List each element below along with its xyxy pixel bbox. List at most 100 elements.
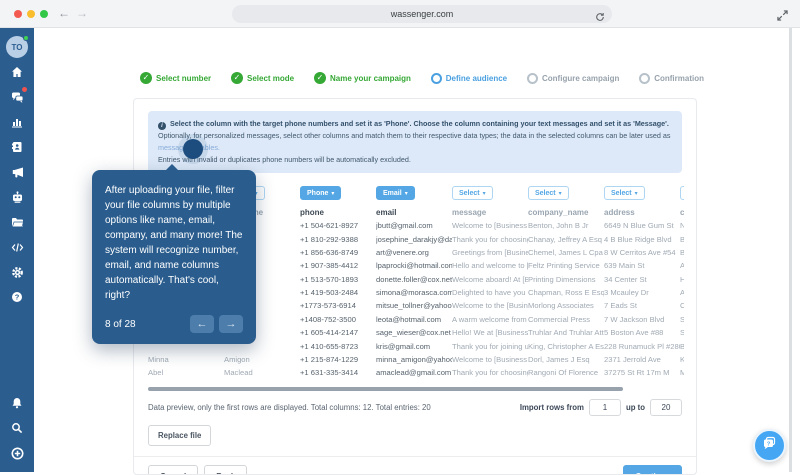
table-cell: jbutt@gmail.com [376,221,452,234]
step-name-your-campaign[interactable]: ✓Name your campaign [314,72,411,84]
window-minimize-button[interactable] [27,10,35,18]
chevron-down-icon: ▾ [331,190,334,197]
window-zoom-button[interactable] [40,10,48,18]
step-label: Name your campaign [330,74,411,83]
tour-beacon[interactable] [183,139,203,159]
step-select-number[interactable]: ✓Select number [140,72,211,84]
import-from-input[interactable] [589,399,621,416]
column-type-select-company_name[interactable]: Select▾ [528,186,569,200]
cancel-button[interactable]: Cancel [148,465,198,475]
table-cell: 37275 St Rt 17m M [604,368,680,381]
sidebar-item-bot[interactable] [6,186,28,208]
table-column-message: Select▾messageWelcome to [Business NThan… [452,182,528,382]
sidebar-item-contacts[interactable] [6,136,28,158]
column-type-select-message[interactable]: Select▾ [452,186,493,200]
table-cell: Bri [680,248,684,261]
table-cell: Delighted to have you a [452,288,528,301]
replace-file-button[interactable]: Replace file [148,425,211,446]
chevron-down-icon: ▾ [559,190,562,197]
table-cell: Truhlar And Truhlar Atty [528,328,604,341]
url-text: wassenger.com [391,9,454,19]
reload-icon[interactable] [595,9,605,27]
column-type-select-city[interactable]: Select▾ [680,186,684,200]
table-cell: +1 810-292-9388 [300,235,376,248]
step-check-icon: ✓ [140,72,152,84]
table-cell: Greetings from [Busine [452,248,528,261]
upto-label: up to [626,403,645,412]
table-cell: 7 W Jackson Blvd [604,315,680,328]
banner-line2: Optionally, for personalized messages, s… [158,130,672,154]
sidebar-item-campaigns[interactable] [6,161,28,183]
sidebar-item-settings[interactable] [6,261,28,283]
table-cell: minna_amigon@yahoo [376,355,452,368]
sidebar-item-chats[interactable] [6,86,28,108]
table-cell: Welcome to [Business N [452,355,528,368]
table-cell: +1 631-335-3414 [300,368,376,381]
chat-help-icon: ? [761,435,778,457]
tour-prev-button[interactable]: ← [190,315,214,333]
table-column-phone: Phone▾phone+1 504-621-8927+1 810-292-938… [300,182,376,382]
column-header: message [452,208,528,221]
table-cell: Minna [148,355,224,368]
table-cell: Chapman, Ross E Esq [528,288,604,301]
chevron-down-icon: ▾ [405,190,408,197]
home-icon [11,66,23,78]
table-cell: amaclead@gmail.com [376,368,452,381]
import-to-input[interactable] [650,399,682,416]
sidebar-item-help[interactable]: ? [6,286,28,308]
sidebar-item-create[interactable] [6,442,28,464]
info-banner: iSelect the column with the target phone… [148,111,682,173]
avatar[interactable]: TO [6,36,28,58]
bar-chart-icon [11,116,23,128]
sidebar-item-home[interactable] [6,61,28,83]
table-cell: art@venere.org [376,248,452,261]
browser-forward-icon[interactable]: → [76,6,88,20]
tour-next-button[interactable]: → [219,315,243,333]
code-icon [11,241,24,254]
tour-text: After uploading your file, filter your f… [105,183,243,303]
gear-icon [11,266,24,279]
table-column-company_name: Select▾company_nameBenton, John B JrChan… [528,182,604,382]
table-cell: simona@morasca.com [376,288,452,301]
step-define-audience[interactable]: Define audience [431,72,507,84]
step-label: Define audience [446,74,507,83]
table-column-city: Select▾cityNeBriBriAnHaAsChSaSioBaKuMi [680,182,684,382]
sidebar-item-files[interactable] [6,211,28,233]
bell-icon [11,397,23,409]
table-cell: Feltz Printing Service [528,261,604,274]
sidebar-item-analytics[interactable] [6,111,28,133]
browser-scrollbar[interactable] [789,28,792,472]
address-bar[interactable]: wassenger.com [232,5,612,23]
column-type-select-phone[interactable]: Phone▾ [300,186,341,200]
online-status-dot [23,35,29,41]
column-type-label: Phone [307,190,328,197]
table-cell: Sio [680,328,684,341]
table-cell: Ch [680,301,684,314]
table-cell: Morlong Associates [528,301,604,314]
table-cell: Ku [680,355,684,368]
table-cell: Mi [680,368,684,381]
step-confirmation[interactable]: Confirmation [639,72,704,84]
step-configure-campaign[interactable]: Configure campaign [527,72,619,84]
sidebar-item-search[interactable] [6,417,28,439]
window-close-button[interactable] [14,10,22,18]
table-cell: +1 907-385-4412 [300,261,376,274]
chevron-down-icon: ▾ [635,190,638,197]
support-chat-button[interactable]: ? [753,429,786,462]
continue-button[interactable]: Continue [623,465,682,475]
table-cell: +1408-752-3500 [300,315,376,328]
sidebar-item-notifications[interactable] [6,392,28,414]
browser-back-icon[interactable]: ← [58,6,70,20]
column-type-select-address[interactable]: Select▾ [604,186,645,200]
table-cell: Amigon [224,355,300,368]
column-type-label: Email [383,190,402,197]
horizontal-scrollbar[interactable] [148,387,623,391]
back-button[interactable]: Back [204,465,247,475]
table-cell: Maclead [224,368,300,381]
plus-circle-icon [11,447,24,460]
step-select-mode[interactable]: ✓Select mode [231,72,294,84]
robot-icon [11,191,24,204]
sidebar-item-developer[interactable] [6,236,28,258]
fullscreen-icon[interactable] [777,8,788,26]
column-type-select-email[interactable]: Email▾ [376,186,415,200]
